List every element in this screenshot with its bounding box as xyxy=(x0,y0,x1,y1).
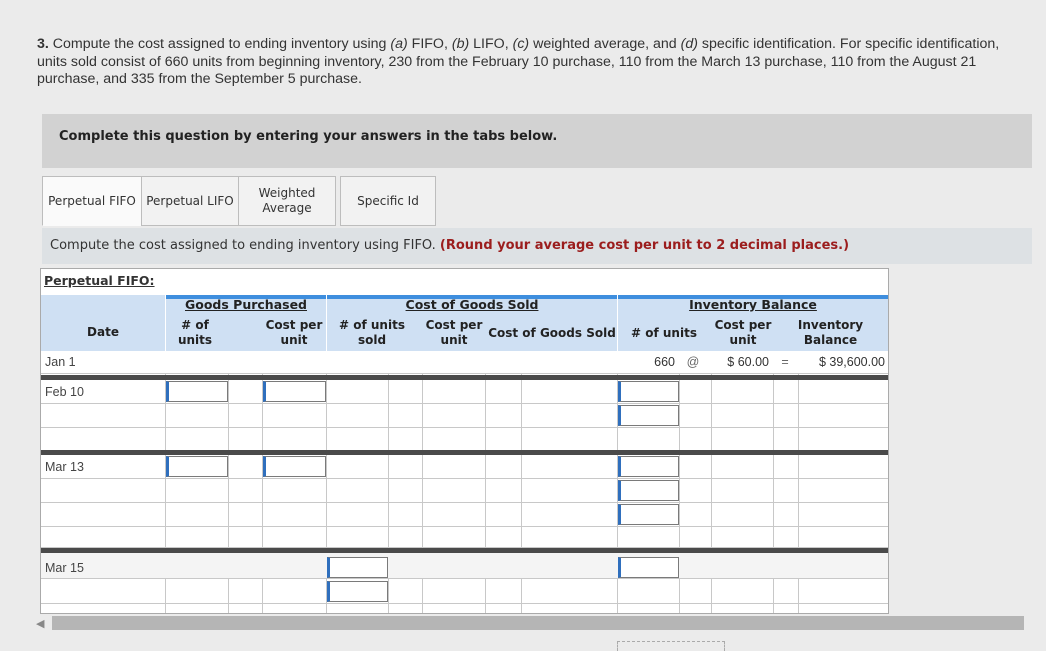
tab-label: Perpetual LIFO xyxy=(146,193,234,208)
tab-perpetual-fifo[interactable]: Perpetual FIFO xyxy=(42,176,142,226)
header-balance-units: # of units xyxy=(631,326,697,340)
table-row xyxy=(41,553,888,579)
row-date: Mar 15 xyxy=(45,561,84,575)
instruction-note: (Round your average cost per unit to 2 d… xyxy=(439,238,850,253)
blue-rule xyxy=(166,295,326,299)
sheet-title: Perpetual FIFO: xyxy=(44,273,155,288)
balance-cost-value: $ 60.00 xyxy=(727,355,769,369)
lifo-text: LIFO, xyxy=(473,36,509,52)
balance-units-input[interactable] xyxy=(618,456,679,477)
balance-units-input[interactable] xyxy=(618,480,679,501)
balance-units-input[interactable] xyxy=(618,405,679,426)
tab-perpetual-lifo[interactable]: Perpetual LIFO xyxy=(141,176,239,226)
instruction-bar: Compute the cost assigned to ending inve… xyxy=(42,228,1032,264)
question-number: 3. xyxy=(37,36,49,52)
table-header: Goods Purchased Cost of Goods Sold Inven… xyxy=(41,295,888,351)
balance-units-input[interactable] xyxy=(618,504,679,525)
group-goods-purchased: Goods Purchased xyxy=(184,297,307,312)
table-row xyxy=(41,428,888,451)
part-b: (b) xyxy=(451,36,470,52)
blue-rule xyxy=(618,295,888,299)
at-symbol: @ xyxy=(686,355,700,369)
header-date: Date xyxy=(87,325,119,339)
row-date: Jan 1 xyxy=(45,355,76,369)
scroll-left-arrow-icon[interactable]: ◀ xyxy=(36,617,44,630)
blue-rule xyxy=(327,295,617,299)
balance-units-input[interactable] xyxy=(618,381,679,402)
tab-label: Perpetual FIFO xyxy=(48,193,136,208)
purchase-cost-input[interactable] xyxy=(263,456,326,477)
table-row xyxy=(41,579,888,604)
horizontal-scrollbar[interactable] xyxy=(52,616,1024,630)
table-row xyxy=(41,503,888,527)
balance-units-input[interactable] xyxy=(618,557,679,578)
header-balance-total: Inventory Balance xyxy=(797,318,864,347)
question-text: 3. Compute the cost assigned to ending i… xyxy=(37,36,1012,89)
balance-units-value: 660 xyxy=(654,355,675,369)
header-date-bg xyxy=(41,295,165,351)
group-inventory-balance: Inventory Balance xyxy=(689,297,817,312)
instruction-text: Compute the cost assigned to ending inve… xyxy=(50,238,849,253)
table-row xyxy=(41,404,888,428)
header-purchase-units: # of units xyxy=(177,318,213,347)
instructions-banner: Complete this question by entering your … xyxy=(42,114,1032,168)
part-d: (d) xyxy=(680,36,698,52)
header-purchase-cost: Cost per unit xyxy=(265,318,323,347)
wavg-text: weighted average, and xyxy=(533,36,677,52)
instruction-main: Compute the cost assigned to ending inve… xyxy=(50,238,436,253)
group-cost-of-goods-sold: Cost of Goods Sold xyxy=(405,297,539,312)
focus-outline xyxy=(617,641,725,651)
tab-weighted-average[interactable]: Weighted Average xyxy=(238,176,336,226)
tab-label: Specific Id xyxy=(357,193,419,208)
purchase-units-input[interactable] xyxy=(166,381,228,402)
banner-text: Complete this question by entering your … xyxy=(59,129,558,144)
purchase-cost-input[interactable] xyxy=(263,381,326,402)
header-sold-cost: Cost per unit xyxy=(425,318,483,347)
tab-label: Weighted Average xyxy=(258,186,316,215)
table-row xyxy=(41,479,888,503)
header-cogs-total: Cost of Goods Sold xyxy=(488,326,616,340)
purchase-units-input[interactable] xyxy=(166,456,228,477)
units-sold-input[interactable] xyxy=(327,557,388,578)
balance-total-value: $ 39,600.00 xyxy=(818,355,885,369)
fifo-worksheet: Perpetual FIFO: Goods Purchased Cost of … xyxy=(40,268,889,614)
row-date: Feb 10 xyxy=(45,385,84,399)
tab-specific-id[interactable]: Specific Id xyxy=(340,176,436,226)
part-a: (a) xyxy=(390,36,408,52)
fifo-text: FIFO, xyxy=(411,36,448,52)
part-c: (c) xyxy=(512,36,530,52)
question-text-a: Compute the cost assigned to ending inve… xyxy=(52,36,391,52)
units-sold-input[interactable] xyxy=(327,581,388,602)
header-units-sold: # of units sold xyxy=(339,318,405,347)
row-date: Mar 13 xyxy=(45,460,84,474)
equals-symbol: = xyxy=(781,355,789,369)
header-balance-cost: Cost per unit xyxy=(714,318,772,347)
table-row xyxy=(41,527,888,548)
